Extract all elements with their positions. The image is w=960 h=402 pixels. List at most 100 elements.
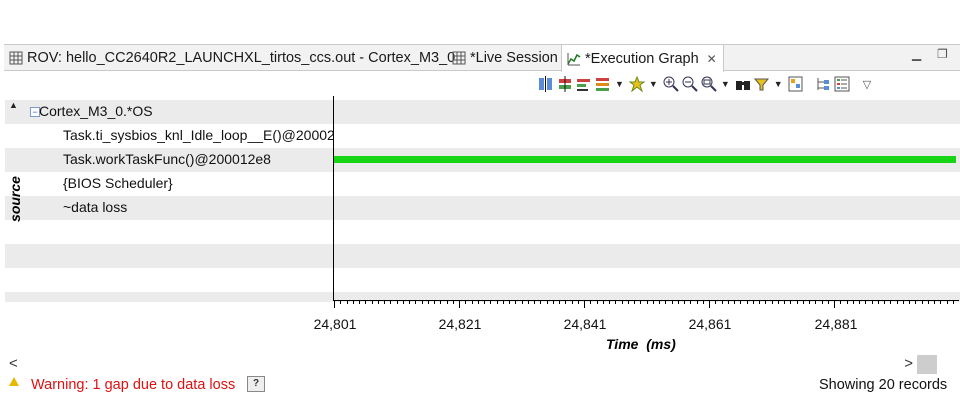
axis-tick (721, 301, 723, 304)
chevron-down-icon[interactable]: ▼ (615, 79, 624, 89)
tree-item-label[interactable]: ~data loss (63, 199, 127, 215)
group-icon[interactable] (788, 76, 804, 92)
axis-tick (359, 301, 360, 304)
axis-tick (559, 301, 560, 304)
axis-tick (627, 301, 629, 304)
chevron-down-icon[interactable]: ▼ (649, 79, 658, 89)
axis-tick (427, 301, 429, 304)
axis-tick (652, 301, 654, 304)
graph-divider[interactable] (333, 96, 334, 301)
scroll-right-icon[interactable]: > (904, 355, 913, 372)
axis-tick (771, 301, 773, 304)
tree-item-label[interactable]: {BIOS Scheduler} (63, 175, 173, 191)
axis-tick (484, 301, 485, 304)
axis-tick (715, 301, 717, 304)
axis-tick (752, 301, 754, 304)
axis-tick (521, 301, 523, 304)
axis-tick (590, 301, 592, 304)
axis-tick (940, 301, 942, 304)
chevron-down-icon[interactable]: ▼ (721, 79, 730, 89)
execution-bar[interactable] (334, 156, 956, 163)
find-icon[interactable] (735, 76, 751, 92)
axis-tick (934, 301, 935, 304)
axis-tick (609, 301, 610, 304)
axis-tick (834, 301, 835, 308)
axis-tick (665, 301, 667, 304)
zoom-out-icon[interactable] (682, 76, 698, 92)
scroll-left-icon[interactable]: < (9, 355, 18, 372)
axis-tick (446, 301, 448, 304)
axis-tick (915, 301, 917, 304)
axis-tick (415, 301, 417, 304)
split-icon[interactable] (557, 76, 573, 92)
tree-item-label[interactable]: Task.ti_sysbios_knl_Idle_loop__E()@20002 (63, 127, 333, 143)
align-icon[interactable] (538, 76, 554, 92)
axis-tick (909, 301, 910, 304)
axis-tick (796, 301, 798, 304)
axis-tick (515, 301, 517, 304)
axis-tick (852, 301, 854, 304)
axis-tick (634, 301, 635, 304)
bookmark-icon[interactable] (595, 76, 611, 92)
zoom-fit-icon[interactable] (701, 76, 717, 92)
minimize-icon[interactable]: ▁ (912, 47, 921, 61)
tree-item-label[interactable]: Task.workTaskFunc()@200012e8 (63, 151, 271, 167)
warning-message: Warning: 1 gap due to data loss (31, 377, 236, 393)
chevron-down-icon[interactable]: ▼ (774, 79, 783, 89)
axis-tick (734, 301, 735, 304)
tick-label: 24,861 (688, 316, 732, 332)
axis-tick (677, 301, 679, 304)
axis-tick (377, 301, 379, 304)
axis-tick (534, 301, 535, 304)
axis-tick (709, 301, 710, 308)
axis-tick (502, 301, 504, 304)
axis-tick (646, 301, 648, 304)
axis-tick (790, 301, 792, 304)
view-menu-icon[interactable]: ▽ (863, 78, 871, 91)
scrollbar-thumb[interactable] (917, 355, 937, 374)
axis-tick (865, 301, 867, 304)
axis-tick (727, 301, 729, 304)
axis-tick (371, 301, 373, 304)
axis-tick (871, 301, 873, 304)
axis-tick (884, 301, 885, 304)
legend-icon[interactable] (834, 76, 850, 92)
table-icon (452, 51, 466, 65)
axis-tick (621, 301, 623, 304)
tree-icon[interactable] (815, 76, 831, 92)
axis-tick (840, 301, 842, 304)
axis-tick (477, 301, 479, 304)
help-button[interactable]: ? (247, 376, 265, 392)
axis-tick (671, 301, 673, 304)
axis-tick (434, 301, 435, 304)
axis-tick (390, 301, 392, 304)
horizontal-scrollbar[interactable]: < > (5, 355, 960, 374)
axis-tick (440, 301, 442, 304)
marker-icon[interactable] (628, 75, 646, 93)
collapse-up-icon[interactable]: ▲ (9, 100, 18, 110)
axis-tick (659, 301, 660, 304)
axis-tick (952, 301, 954, 304)
axis-tick (765, 301, 767, 304)
tree-root-label[interactable]: Cortex_M3_0.*OS (39, 103, 153, 119)
axis-tick (365, 301, 367, 304)
tab-label: *Execution Graph (585, 50, 699, 67)
axis-tick (509, 301, 510, 304)
axis-tick (334, 301, 335, 308)
axis-tick (846, 301, 848, 304)
axis-tick (784, 301, 785, 304)
axis-tick (921, 301, 923, 304)
filter-icon[interactable] (753, 76, 770, 92)
graph-toolbar: ▼ ▼ ▼ ▼ ▽ (538, 74, 876, 94)
axis-tick (821, 301, 823, 304)
tick-label: 24,881 (814, 316, 858, 332)
close-icon[interactable]: ✕ (707, 52, 717, 66)
axis-tick (877, 301, 879, 304)
tab-live-session[interactable]: *Live Session (447, 45, 558, 71)
zoom-in-icon[interactable] (663, 76, 679, 92)
tab-execution-graph[interactable]: *Execution Graph ✕ (561, 45, 724, 72)
measure-icon[interactable] (576, 76, 592, 92)
tab-rov[interactable]: ROV: hello_CC2640R2_LAUNCHXL_tirtos_ccs.… (4, 45, 455, 71)
maximize-icon[interactable]: ❐ (937, 47, 948, 61)
axis-tick (546, 301, 548, 304)
